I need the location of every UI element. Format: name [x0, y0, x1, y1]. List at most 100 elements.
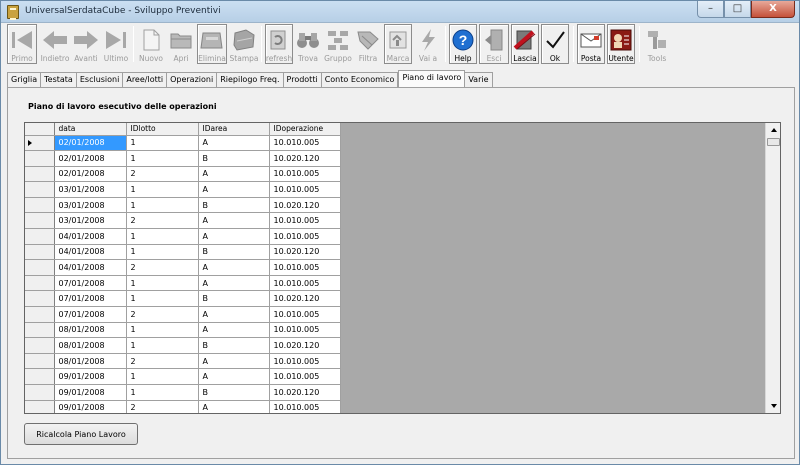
tools-button[interactable]: Tools — [643, 24, 671, 64]
cell-idoperazione[interactable]: 10.010.005 — [269, 135, 341, 152]
mail-button[interactable]: Posta — [577, 24, 605, 64]
filter-button[interactable]: Filtra — [354, 24, 382, 64]
cell-idlotto[interactable]: 1 — [126, 181, 199, 198]
data-grid[interactable]: data IDlotto IDarea IDoperazione 02/01/2… — [24, 122, 781, 414]
vertical-scrollbar[interactable] — [765, 123, 780, 413]
column-header-data[interactable]: data — [54, 123, 127, 136]
row-header[interactable] — [25, 322, 55, 339]
cell-idlotto[interactable]: 2 — [126, 212, 199, 230]
ok-button[interactable]: Ok — [541, 24, 569, 64]
group-button[interactable]: Gruppo — [323, 24, 353, 64]
table-row[interactable]: 03/01/2008 1 B 10.020.120 — [25, 197, 341, 214]
tab-testata[interactable]: Testata — [41, 72, 77, 87]
tab-operazioni[interactable]: Operazioni — [167, 72, 218, 87]
cell-idarea[interactable]: A — [198, 228, 270, 245]
cell-data[interactable]: 07/01/2008 — [54, 290, 127, 308]
cell-idlotto[interactable]: 1 — [126, 322, 199, 339]
row-header[interactable] — [25, 244, 55, 261]
cell-idoperazione[interactable]: 10.020.120 — [269, 384, 341, 401]
cell-idoperazione[interactable]: 10.010.005 — [269, 400, 341, 413]
first-record-button[interactable]: Primo — [7, 24, 37, 64]
table-row[interactable]: 04/01/2008 2 A 10.010.005 — [25, 259, 341, 276]
open-button[interactable]: Apri — [167, 24, 195, 64]
cell-idarea[interactable]: B — [198, 150, 270, 167]
row-header[interactable] — [25, 290, 55, 308]
cell-idoperazione[interactable]: 10.010.005 — [269, 228, 341, 245]
cell-idarea[interactable]: B — [198, 197, 270, 214]
tab-esclusioni[interactable]: Esclusioni — [76, 72, 124, 87]
mark-button[interactable]: Marca — [384, 24, 412, 64]
cell-idlotto[interactable]: 1 — [126, 290, 199, 308]
row-header[interactable] — [25, 306, 55, 323]
recalculate-plan-button[interactable]: Ricalcola Piano Lavoro — [24, 423, 138, 445]
row-header[interactable] — [25, 400, 55, 413]
scroll-up-button[interactable] — [766, 123, 780, 137]
cell-idoperazione[interactable]: 10.020.120 — [269, 197, 341, 214]
cell-idarea[interactable]: A — [198, 400, 270, 413]
tab-piano-di-lavoro[interactable]: Piano di lavoro — [398, 70, 466, 87]
cell-data[interactable]: 09/01/2008 — [54, 368, 127, 385]
cell-idlotto[interactable]: 1 — [126, 135, 199, 152]
row-header[interactable] — [25, 150, 55, 167]
close-button[interactable]: X — [751, 1, 795, 18]
tab-aree-lotti[interactable]: Aree/lotti — [123, 72, 168, 87]
cell-data[interactable]: 03/01/2008 — [54, 212, 127, 230]
cell-idoperazione[interactable]: 10.010.005 — [269, 212, 341, 230]
print-button[interactable]: Stampa — [229, 24, 259, 64]
column-header-idarea[interactable]: IDarea — [198, 123, 270, 136]
table-row[interactable]: 08/01/2008 2 A 10.010.005 — [25, 353, 341, 370]
cell-idlotto[interactable]: 1 — [126, 275, 199, 292]
tab-riepilogo-freq[interactable]: Riepilogo Freq. — [217, 72, 284, 87]
tab-prodotti[interactable]: Prodotti — [283, 72, 322, 87]
cell-data[interactable]: 03/01/2008 — [54, 197, 127, 214]
cell-idoperazione[interactable]: 10.010.005 — [269, 181, 341, 198]
cell-idoperazione[interactable]: 10.020.120 — [269, 337, 341, 354]
cell-idoperazione[interactable]: 10.010.005 — [269, 322, 341, 339]
cell-data[interactable]: 04/01/2008 — [54, 259, 127, 276]
cell-data[interactable]: 02/01/2008 — [54, 150, 127, 167]
cell-data[interactable]: 09/01/2008 — [54, 400, 127, 413]
new-button[interactable]: Nuovo — [137, 24, 165, 64]
cell-data[interactable]: 08/01/2008 — [54, 353, 127, 370]
user-button[interactable]: Utente — [607, 24, 635, 64]
scroll-thumb[interactable] — [767, 138, 780, 146]
table-row[interactable]: 07/01/2008 1 A 10.010.005 — [25, 275, 341, 292]
cell-idlotto[interactable]: 1 — [126, 197, 199, 214]
table-row[interactable]: 03/01/2008 2 A 10.010.005 — [25, 212, 341, 230]
cell-data[interactable]: 02/01/2008 — [54, 166, 127, 183]
cell-data[interactable]: 04/01/2008 — [54, 228, 127, 245]
cell-idoperazione[interactable]: 10.020.120 — [269, 244, 341, 261]
help-button[interactable]: ? Help — [449, 24, 477, 64]
goto-button[interactable]: Vai a — [414, 24, 442, 64]
row-header[interactable] — [25, 259, 55, 276]
table-row[interactable]: 04/01/2008 1 B 10.020.120 — [25, 244, 341, 261]
table-row[interactable]: 09/01/2008 1 A 10.010.005 — [25, 368, 341, 385]
tab-conto-economico[interactable]: Conto Economico — [321, 72, 399, 87]
scroll-down-button[interactable] — [766, 399, 780, 413]
cell-idlotto[interactable]: 1 — [126, 228, 199, 245]
row-header[interactable] — [25, 166, 55, 183]
table-row[interactable]: 07/01/2008 2 A 10.010.005 — [25, 306, 341, 323]
cell-idlotto[interactable]: 1 — [126, 150, 199, 167]
last-record-button[interactable]: Ultimo — [102, 24, 130, 64]
cell-idarea[interactable]: A — [198, 306, 270, 323]
cell-idoperazione[interactable]: 10.010.005 — [269, 259, 341, 276]
cell-idlotto[interactable]: 2 — [126, 306, 199, 323]
column-header-idlotto[interactable]: IDlotto — [126, 123, 199, 136]
row-header[interactable] — [25, 337, 55, 354]
cell-data[interactable]: 04/01/2008 — [54, 244, 127, 261]
cell-idarea[interactable]: B — [198, 337, 270, 354]
cell-idarea[interactable]: B — [198, 244, 270, 261]
cell-idoperazione[interactable]: 10.010.005 — [269, 368, 341, 385]
table-row[interactable]: 07/01/2008 1 B 10.020.120 — [25, 290, 341, 308]
forward-button[interactable]: Avanti — [71, 24, 101, 64]
cell-idarea[interactable]: A — [198, 275, 270, 292]
cell-data[interactable]: 08/01/2008 — [54, 322, 127, 339]
refresh-button[interactable]: refresh — [265, 24, 293, 64]
cell-idarea[interactable]: A — [198, 322, 270, 339]
tab-griglia[interactable]: Griglia — [7, 72, 42, 87]
cell-idlotto[interactable]: 1 — [126, 337, 199, 354]
row-header[interactable] — [25, 228, 55, 245]
cell-data[interactable]: 09/01/2008 — [54, 384, 127, 401]
table-row[interactable]: 09/01/2008 1 B 10.020.120 — [25, 384, 341, 401]
